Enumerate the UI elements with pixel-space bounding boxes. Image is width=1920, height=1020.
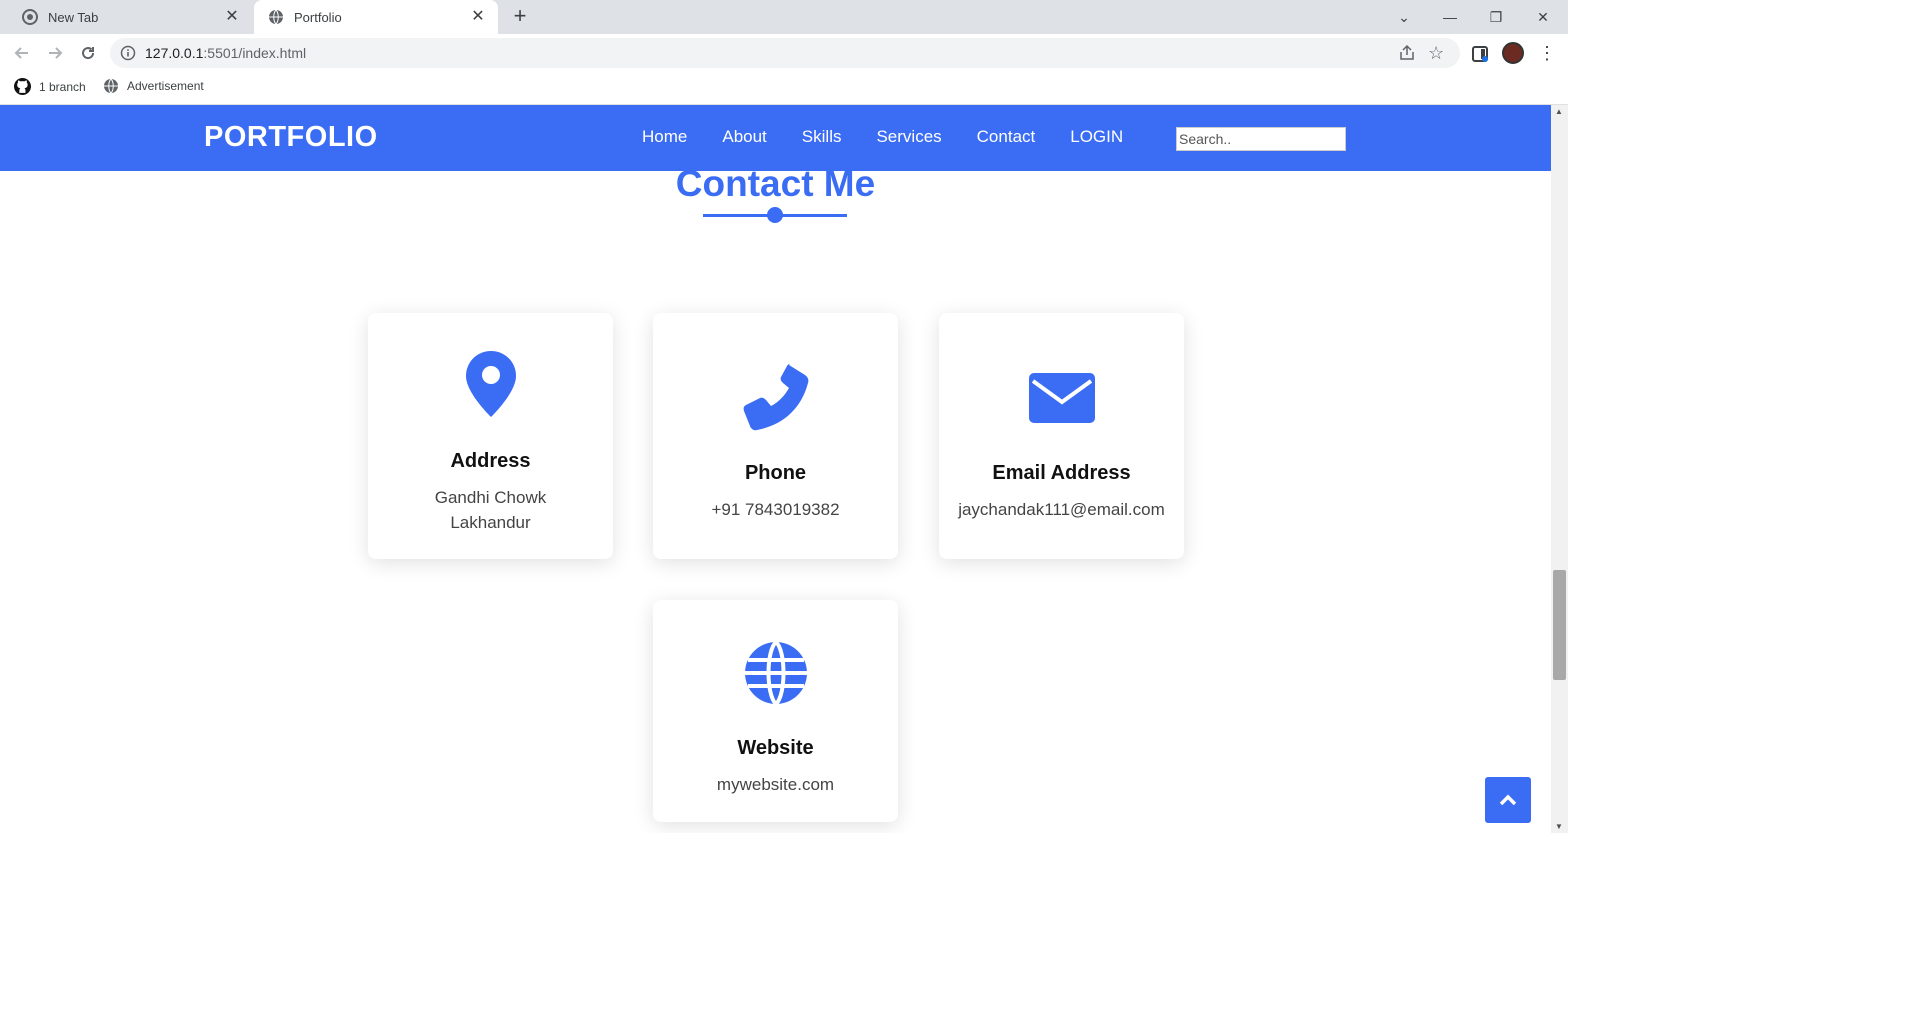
close-icon[interactable]: ✕	[468, 7, 488, 27]
scrollbar-thumb[interactable]	[1553, 570, 1566, 680]
card-title: Address	[450, 450, 531, 472]
github-icon	[14, 78, 31, 95]
nav-home[interactable]: Home	[642, 127, 687, 147]
address-line-1: Gandhi Chowk	[434, 488, 547, 507]
globe-icon	[653, 640, 898, 706]
page-scrollbar[interactable]: ▲ ▼	[1551, 105, 1568, 833]
underline-dot	[767, 207, 783, 223]
address-bar[interactable]: 127.0.0.1:5501/index.html ☆	[110, 38, 1460, 68]
card-title: Website	[737, 737, 814, 759]
tab-portfolio[interactable]: Portfolio ✕	[254, 0, 498, 34]
bookmarks-bar: 1 branch Advertisement	[0, 72, 1568, 105]
reload-icon[interactable]	[76, 41, 100, 65]
back-icon[interactable]	[10, 41, 34, 65]
tab-label: Portfolio	[294, 9, 342, 25]
nav-services[interactable]: Services	[876, 127, 941, 147]
share-icon[interactable]	[1398, 44, 1416, 62]
contact-card-address: Address Gandhi Chowk Lakhandur	[368, 313, 613, 559]
browser-tab-bar: New Tab ✕ Portfolio ✕ + ⌄ — ❐ ✕	[0, 0, 1568, 34]
tab-new-tab[interactable]: New Tab ✕	[8, 0, 252, 34]
bookmark-branch[interactable]: 1 branch	[14, 78, 86, 95]
new-tab-button[interactable]: +	[508, 5, 532, 29]
info-icon[interactable]	[120, 45, 136, 61]
nav-about[interactable]: About	[722, 127, 766, 147]
envelope-icon	[939, 373, 1184, 423]
scroll-to-top-button[interactable]	[1485, 777, 1531, 823]
scroll-down-icon[interactable]: ▼	[1555, 822, 1563, 831]
card-title: Phone	[744, 462, 807, 484]
bookmark-label: Advertisement	[127, 79, 204, 93]
address-line-2: Lakhandur	[450, 513, 531, 532]
globe-icon	[104, 78, 118, 94]
close-icon[interactable]: ✕	[222, 7, 242, 27]
site-logo[interactable]: PORTFOLIO	[204, 121, 378, 154]
nav-contact[interactable]: Contact	[977, 127, 1036, 147]
map-pin-icon	[368, 351, 613, 417]
tab-label: New Tab	[48, 9, 99, 25]
browser-toolbar: 127.0.0.1:5501/index.html ☆ ⋮	[0, 34, 1568, 72]
card-text: jaychandak111@email.com	[958, 500, 1165, 519]
scroll-up-icon[interactable]: ▲	[1555, 107, 1563, 116]
card-text: Gandhi Chowk Lakhandur	[368, 485, 613, 535]
page-viewport: PORTFOLIO Home About Skills Services Con…	[0, 105, 1551, 833]
url-path: :5501/index.html	[203, 45, 307, 61]
more-menu-icon[interactable]: ⋮	[1538, 43, 1556, 63]
globe-icon	[269, 9, 283, 25]
side-panel-icon[interactable]	[1471, 45, 1489, 63]
url-host: 127.0.0.1	[145, 45, 204, 61]
title-underline	[703, 207, 847, 223]
section-title: Contact Me	[675, 163, 876, 204]
search-input[interactable]	[1176, 127, 1346, 151]
forward-icon[interactable]	[43, 41, 67, 65]
nav-login[interactable]: LOGIN	[1070, 127, 1123, 147]
card-text: +91 7843019382	[711, 500, 840, 519]
minimize-icon[interactable]: —	[1427, 0, 1473, 34]
restore-icon[interactable]: ❐	[1473, 0, 1519, 34]
nav-skills[interactable]: Skills	[802, 127, 842, 147]
contact-card-email: Email Address jaychandak111@email.com	[939, 313, 1184, 559]
main-nav: Home About Skills Services Contact LOGIN	[642, 127, 1158, 147]
bookmark-label: 1 branch	[39, 79, 86, 94]
avatar[interactable]	[1502, 42, 1524, 64]
site-header: PORTFOLIO Home About Skills Services Con…	[0, 105, 1551, 171]
card-title: Email Address	[992, 462, 1131, 484]
chrome-icon	[22, 9, 38, 25]
window-close-icon[interactable]: ✕	[1520, 0, 1566, 34]
tab-search-icon[interactable]: ⌄	[1381, 0, 1427, 34]
bookmark-advertisement[interactable]: Advertisement	[103, 78, 204, 94]
phone-icon	[653, 363, 898, 431]
card-text[interactable]: mywebsite.com	[653, 772, 898, 797]
star-icon[interactable]: ☆	[1428, 43, 1448, 63]
chevron-up-icon	[1499, 794, 1517, 806]
url-text: 127.0.0.1:5501/index.html	[145, 45, 306, 61]
contact-card-phone: Phone +91 7843019382	[653, 313, 898, 559]
contact-card-website: Website mywebsite.com	[653, 600, 898, 822]
